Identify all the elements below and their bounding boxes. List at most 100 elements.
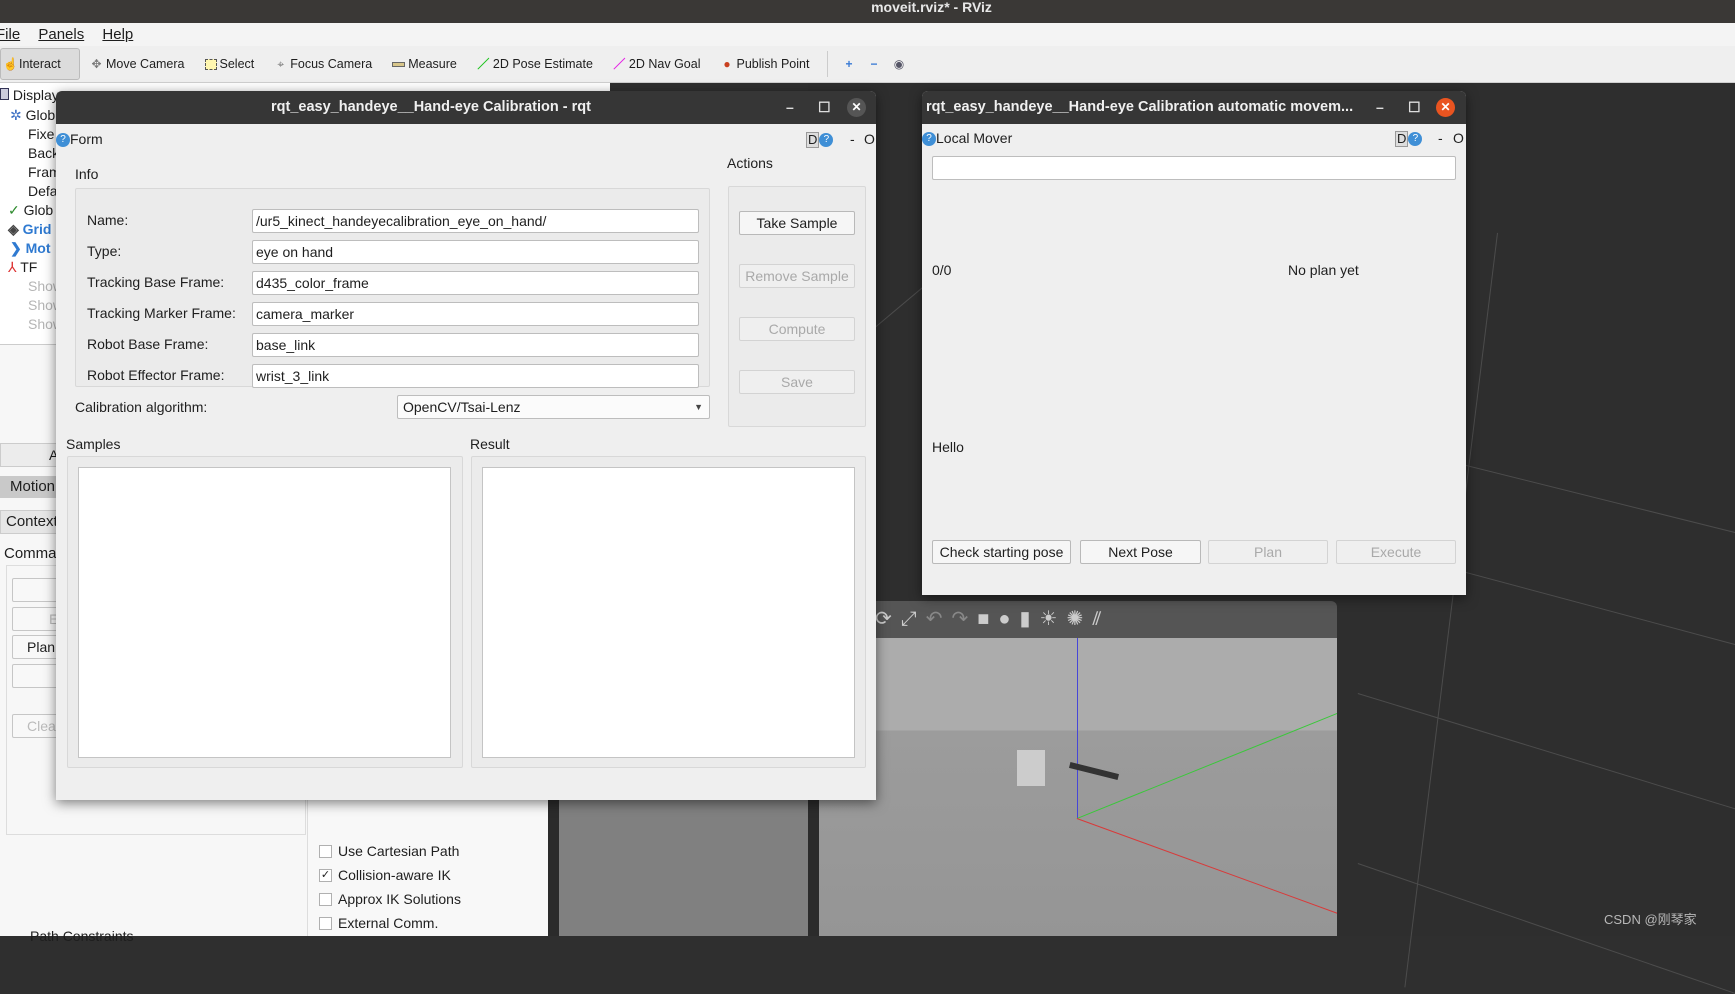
help-icon[interactable]: ? bbox=[922, 132, 936, 147]
minimize-plugin-button[interactable]: - bbox=[850, 129, 855, 149]
displays-header: Display bbox=[0, 87, 59, 103]
close-plugin-button[interactable]: O bbox=[864, 129, 875, 149]
mover-input[interactable] bbox=[932, 156, 1456, 180]
eye-icon: ◉ bbox=[893, 56, 905, 71]
algorithm-select[interactable]: OpenCV/Tsai-Lenz ▼ bbox=[397, 395, 710, 419]
tool-publish-point[interactable]: ● Publish Point bbox=[710, 48, 819, 80]
view-options-button[interactable]: ◉ bbox=[886, 48, 911, 80]
scale-icon[interactable]: ⤢ bbox=[901, 608, 926, 630]
tool-select[interactable]: Select bbox=[195, 48, 265, 80]
remove-sample-button[interactable]: Remove Sample bbox=[739, 264, 855, 288]
grid-line bbox=[1357, 863, 1735, 994]
undo-icon[interactable]: ↶ bbox=[926, 608, 952, 630]
toolbar-divider bbox=[827, 51, 829, 77]
plan-button[interactable]: Plan bbox=[1208, 540, 1328, 564]
close-button[interactable]: ✕ bbox=[1436, 98, 1455, 117]
tree-item[interactable]: Fixe bbox=[28, 126, 54, 142]
tool-move-camera[interactable]: ✥ Move Camera bbox=[80, 48, 195, 80]
tool-bar: ☝ Interact ✥ Move Camera Select ⌖ Focus Cam… bbox=[0, 46, 1735, 83]
field-input[interactable]: camera_marker bbox=[252, 302, 699, 326]
execute-button[interactable]: Execute bbox=[1336, 540, 1456, 564]
grid-icon: ◈ bbox=[8, 221, 19, 237]
displays-icon bbox=[0, 88, 9, 100]
ruler-icon bbox=[392, 61, 406, 67]
samples-list[interactable] bbox=[78, 467, 451, 758]
directional-light-icon[interactable]: ⫽ bbox=[1092, 608, 1110, 630]
map-pin-icon: ● bbox=[723, 56, 731, 71]
result-label: Result bbox=[470, 436, 510, 452]
minimize-button[interactable]: – bbox=[1376, 91, 1384, 124]
take-sample-button[interactable]: Take Sample bbox=[739, 211, 855, 235]
tool-2d-nav-goal[interactable]: ／ 2D Nav Goal bbox=[603, 48, 711, 80]
tool-2d-pose-estimate[interactable]: ／ 2D Pose Estimate bbox=[467, 48, 603, 80]
gazebo-3d-view[interactable] bbox=[819, 638, 1337, 936]
window-title: rqt_easy_handeye__Hand-eye Calibration -… bbox=[271, 99, 591, 115]
field-input[interactable]: /ur5_kinect_handeyecalibration_eye_on_ha… bbox=[252, 209, 699, 233]
tree-item[interactable]: Defa bbox=[28, 183, 58, 199]
use-cartesian-path-checkbox[interactable]: Use Cartesian Path bbox=[319, 843, 459, 859]
dropdown-arrow-icon: ▼ bbox=[694, 402, 703, 412]
minimize-button[interactable]: – bbox=[786, 91, 794, 124]
maximize-button[interactable]: ☐ bbox=[1408, 91, 1421, 124]
checkmark-icon: ✓ bbox=[8, 202, 20, 218]
field-input[interactable]: eye on hand bbox=[252, 240, 699, 264]
menu-panels[interactable]: Panels bbox=[38, 26, 84, 43]
remove-tool-button[interactable]: − bbox=[861, 48, 886, 80]
menu-file[interactable]: File bbox=[0, 26, 20, 43]
tree-item-motion-planning[interactable]: ❯ Mot bbox=[10, 240, 51, 257]
tool-interact[interactable]: ☝ Interact bbox=[0, 48, 80, 80]
field-input[interactable]: wrist_3_link bbox=[252, 364, 699, 388]
tree-item-grid[interactable]: ◈ Grid bbox=[8, 221, 51, 238]
tool-focus-camera[interactable]: ⌖ Focus Camera bbox=[264, 48, 382, 80]
commands-label: Comma bbox=[4, 545, 57, 562]
hand-pointer-icon: ☝ bbox=[3, 56, 18, 71]
calibration-board bbox=[1017, 750, 1045, 786]
plugin-header: ? Local Mover D? - O bbox=[922, 128, 1466, 148]
external-comm-checkbox[interactable]: External Comm. bbox=[319, 915, 438, 931]
mover-window-titlebar[interactable]: rqt_easy_handeye__Hand-eye Calibration a… bbox=[922, 91, 1466, 124]
calibration-window-titlebar[interactable]: rqt_easy_handeye__Hand-eye Calibration -… bbox=[56, 91, 876, 124]
menu-help[interactable]: Help bbox=[102, 26, 133, 43]
tree-item-tf[interactable]: ⅄ TF bbox=[8, 259, 37, 276]
plus-icon: + bbox=[845, 56, 853, 71]
dock-button[interactable]: D bbox=[806, 132, 820, 148]
spotlight-icon[interactable]: ✺ bbox=[1066, 608, 1092, 630]
close-plugin-button[interactable]: O bbox=[1453, 128, 1464, 148]
check-starting-pose-button[interactable]: Check starting pose bbox=[932, 540, 1071, 564]
tool-measure[interactable]: Measure bbox=[382, 48, 467, 80]
minus-icon: − bbox=[870, 56, 878, 71]
tree-item[interactable]: Back bbox=[28, 145, 59, 161]
help-icon[interactable]: ? bbox=[819, 133, 834, 148]
help-icon[interactable]: ? bbox=[56, 133, 70, 148]
add-tool-button[interactable]: + bbox=[836, 48, 861, 80]
minimize-plugin-button[interactable]: - bbox=[1438, 128, 1443, 148]
close-button[interactable]: ✕ bbox=[847, 98, 866, 117]
save-button[interactable]: Save bbox=[739, 370, 855, 394]
result-text[interactable] bbox=[482, 467, 855, 758]
maximize-button[interactable]: ☐ bbox=[818, 91, 831, 124]
box-icon[interactable]: ■ bbox=[977, 608, 998, 630]
pose-progress: 0/0 bbox=[932, 262, 952, 278]
tree-item[interactable]: ✲ Glob bbox=[10, 107, 55, 124]
mover-window: rqt_easy_handeye__Hand-eye Calibration a… bbox=[922, 91, 1466, 595]
help-icon[interactable]: ? bbox=[1408, 132, 1423, 147]
redo-icon[interactable]: ↷ bbox=[952, 608, 978, 630]
z-axis bbox=[1077, 638, 1078, 818]
cylinder-icon[interactable]: ▮ bbox=[1019, 608, 1039, 630]
mover-message: Hello bbox=[932, 439, 964, 455]
tree-item[interactable]: ✓ Glob bbox=[8, 202, 53, 219]
collision-aware-ik-checkbox[interactable]: ✓ Collision-aware IK bbox=[319, 867, 451, 883]
light-icon[interactable]: ☀ bbox=[1040, 608, 1067, 630]
checkmark-icon: ✓ bbox=[319, 868, 332, 882]
compute-button[interactable]: Compute bbox=[739, 317, 855, 341]
dock-button[interactable]: D bbox=[1395, 131, 1409, 147]
field-input[interactable]: base_link bbox=[252, 333, 699, 357]
field-input[interactable]: d435_color_frame bbox=[252, 271, 699, 295]
rotate-icon[interactable]: ⟳ bbox=[875, 608, 901, 630]
focus-camera-icon: ⌖ bbox=[277, 56, 285, 71]
sphere-icon[interactable]: ● bbox=[998, 608, 1019, 630]
path-constraints-label: Path Constraints bbox=[30, 928, 134, 944]
motion-planning-icon: ❯ bbox=[10, 240, 22, 256]
approx-ik-checkbox[interactable]: Approx IK Solutions bbox=[319, 891, 461, 907]
next-pose-button[interactable]: Next Pose bbox=[1080, 540, 1201, 564]
